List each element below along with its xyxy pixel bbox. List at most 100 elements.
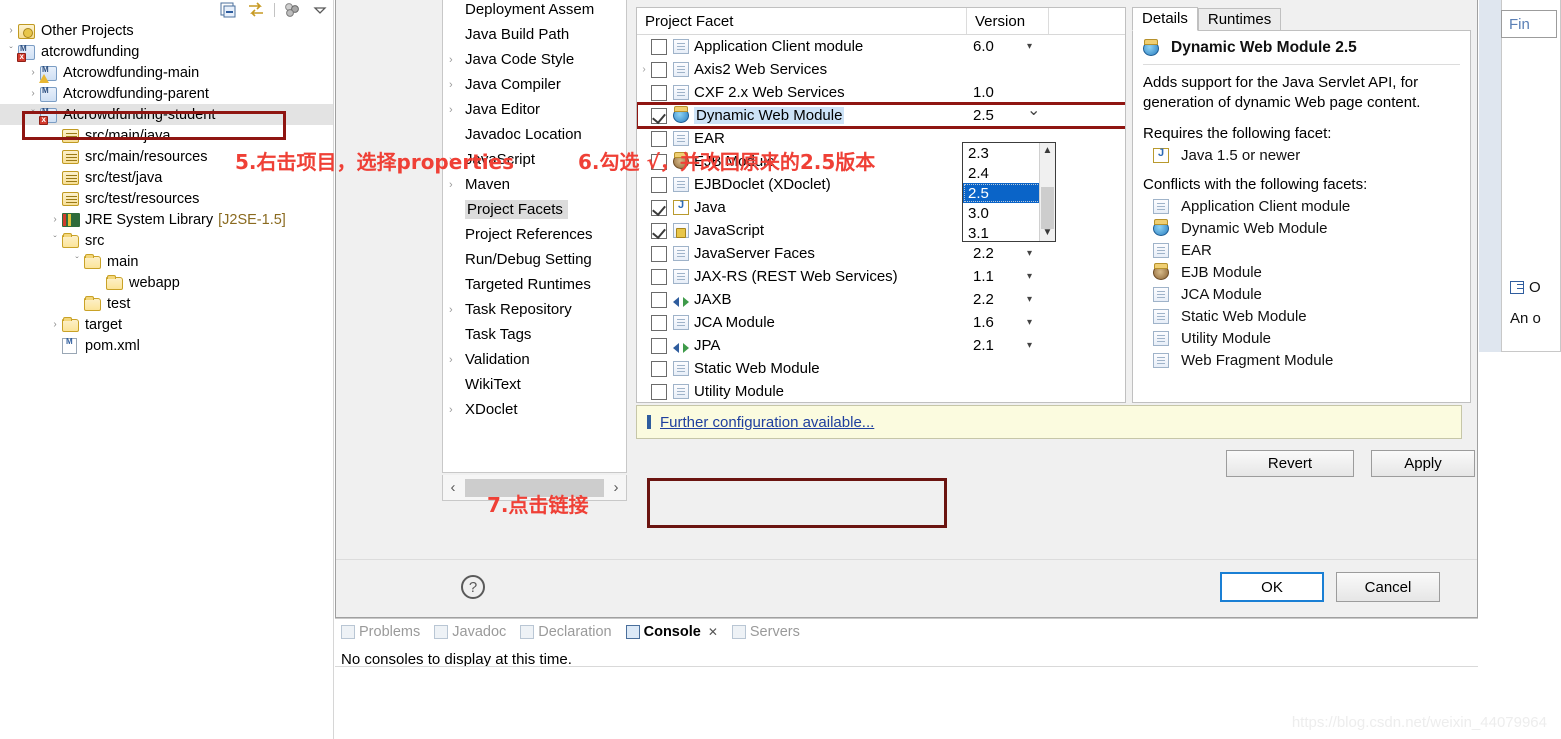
tree-item[interactable]: webapp <box>0 272 333 293</box>
facet-row[interactable]: JavaServer Faces 2.2 ▾ <box>637 242 1125 265</box>
facet-row[interactable]: Static Web Module <box>637 357 1125 380</box>
facet-checkbox[interactable] <box>651 360 667 377</box>
nav-item-javadoc-location[interactable]: Javadoc Location <box>443 122 626 147</box>
version-dropdown-arrow[interactable]: ▾ <box>1027 340 1032 351</box>
help-icon[interactable]: ? <box>461 575 485 599</box>
tree-item[interactable]: › JRE System Library [J2SE-1.5] <box>0 209 333 230</box>
expander-icon[interactable]: › <box>637 64 651 75</box>
version-dropdown-arrow[interactable]: ▾ <box>1027 248 1032 259</box>
facet-checkbox[interactable] <box>651 383 667 400</box>
find-button[interactable]: Fin <box>1501 10 1557 38</box>
nav-item-task-repository[interactable]: › Task Repository <box>443 297 626 322</box>
project-tree[interactable]: ›Other Projectsˇatcrowdfunding›Atcrowdfu… <box>0 20 333 356</box>
tree-item[interactable]: ˇ atcrowdfunding <box>0 41 333 62</box>
facet-checkbox[interactable] <box>651 84 667 101</box>
expander-icon[interactable]: › <box>48 319 62 330</box>
version-dropdown-arrow[interactable]: ▾ <box>1027 317 1032 328</box>
expander-icon[interactable]: › <box>4 25 18 36</box>
facet-row[interactable]: JCA Module 1.6 ▾ <box>637 311 1125 334</box>
version-dropdown-scrollbar[interactable]: ▲ ▼ <box>1039 143 1055 241</box>
tab-details[interactable]: Details <box>1132 7 1198 31</box>
facet-row[interactable]: Utility Module <box>637 380 1125 402</box>
console-tab-problems[interactable]: Problems <box>341 624 420 640</box>
tree-item[interactable]: › Atcrowdfunding-parent <box>0 83 333 104</box>
scroll-up-arrow[interactable]: ▲ <box>1040 143 1055 159</box>
version-dropdown-arrow[interactable]: ⌄ <box>1027 100 1040 120</box>
tree-item[interactable]: › Other Projects <box>0 20 333 41</box>
facet-checkbox[interactable] <box>651 199 667 216</box>
facet-checkbox[interactable] <box>651 107 667 124</box>
expander-icon[interactable]: › <box>26 88 40 99</box>
facet-checkbox[interactable] <box>651 130 667 147</box>
facet-checkbox[interactable] <box>651 268 667 285</box>
nav-item-project-references[interactable]: Project References <box>443 222 626 247</box>
console-tab-declaration[interactable]: Declaration <box>520 624 612 640</box>
tree-item[interactable]: ˇ src <box>0 230 333 251</box>
nav-item-deployment-assem[interactable]: Deployment Assem <box>443 0 626 22</box>
link-with-editor-icon[interactable] <box>247 2 265 18</box>
facet-checkbox[interactable] <box>651 222 667 239</box>
tree-item[interactable]: › target <box>0 314 333 335</box>
expander-icon[interactable]: › <box>449 404 465 416</box>
further-configuration-link[interactable]: Further configuration available... <box>660 414 874 431</box>
nav-item-validation[interactable]: › Validation <box>443 347 626 372</box>
nav-item-java-editor[interactable]: › Java Editor <box>443 97 626 122</box>
tree-item[interactable]: pom.xml <box>0 335 333 356</box>
view-dropdown-icon[interactable] <box>311 2 329 18</box>
outline-tab[interactable]: O <box>1510 279 1541 296</box>
apply-button[interactable]: Apply <box>1371 450 1475 477</box>
expander-icon[interactable]: › <box>449 304 465 316</box>
expander-icon[interactable]: ˇ <box>48 235 62 246</box>
nav-item-java-build-path[interactable]: Java Build Path <box>443 22 626 47</box>
scroll-left-arrow[interactable]: ‹ <box>443 479 463 496</box>
expander-icon[interactable]: › <box>449 354 465 366</box>
ok-button[interactable]: OK <box>1220 572 1324 602</box>
nav-item-project-facets[interactable]: Project Facets <box>443 197 626 222</box>
close-icon[interactable]: ✕ <box>708 625 718 639</box>
expander-icon[interactable]: › <box>449 54 465 66</box>
console-tab-servers[interactable]: Servers <box>731 624 800 640</box>
version-dropdown-popup[interactable]: 2.3 2.4 2.5 3.0 3.1 ▲ ▼ <box>962 142 1056 242</box>
view-menu-icon[interactable] <box>284 2 302 18</box>
nav-item-wikitext[interactable]: WikiText <box>443 372 626 397</box>
facet-row[interactable]: CXF 2.x Web Services 1.0 <box>637 81 1125 104</box>
expander-icon[interactable]: › <box>48 214 62 225</box>
expander-icon[interactable]: › <box>26 67 40 78</box>
dialog-nav-tree[interactable]: BuildersDeployment AssemJava Build Path›… <box>442 0 627 473</box>
facet-row[interactable]: Dynamic Web Module 2.5 ⌄ <box>637 102 1125 129</box>
version-dropdown-arrow[interactable]: ▾ <box>1027 41 1032 52</box>
console-tab-console[interactable]: Console ✕ <box>625 624 718 640</box>
expander-icon[interactable]: › <box>449 179 465 191</box>
cancel-button[interactable]: Cancel <box>1336 572 1440 602</box>
nav-item-targeted-runtimes[interactable]: Targeted Runtimes <box>443 272 626 297</box>
facet-row[interactable]: JPA 2.1 ▾ <box>637 334 1125 357</box>
nav-item-xdoclet[interactable]: › XDoclet <box>443 397 626 422</box>
facet-checkbox[interactable] <box>651 245 667 262</box>
facet-row[interactable]: Application Client module 6.0 ▾ <box>637 35 1125 58</box>
tree-item[interactable]: ˇ main <box>0 251 333 272</box>
revert-button[interactable]: Revert <box>1226 450 1354 477</box>
facet-checkbox[interactable] <box>651 314 667 331</box>
tree-item[interactable]: test <box>0 293 333 314</box>
facet-checkbox[interactable] <box>651 61 667 78</box>
version-dropdown-arrow[interactable]: ▾ <box>1027 271 1032 282</box>
expander-icon[interactable]: › <box>449 104 465 116</box>
tree-item[interactable]: src/test/resources <box>0 188 333 209</box>
details-tabs[interactable]: Details Runtimes <box>1132 7 1471 31</box>
expander-icon[interactable]: › <box>449 79 465 91</box>
collapse-all-icon[interactable] <box>220 2 238 18</box>
expander-icon[interactable]: ˇ <box>4 46 18 57</box>
expander-icon[interactable]: ˇ <box>70 256 84 267</box>
tab-runtimes[interactable]: Runtimes <box>1197 8 1282 31</box>
console-tab-javadoc[interactable]: Javadoc <box>434 624 506 640</box>
facet-checkbox[interactable] <box>651 38 667 55</box>
scroll-right-arrow[interactable]: › <box>606 479 626 496</box>
console-tab-bar[interactable]: Problems Javadoc Declaration Console ✕ Server… <box>335 619 1478 645</box>
nav-item-task-tags[interactable]: Task Tags <box>443 322 626 347</box>
facet-row[interactable]: › Axis2 Web Services <box>637 58 1125 81</box>
facet-checkbox[interactable] <box>651 291 667 308</box>
facet-checkbox[interactable] <box>651 337 667 354</box>
tree-item[interactable]: › Atcrowdfunding-main <box>0 62 333 83</box>
version-dropdown-arrow[interactable]: ▾ <box>1027 294 1032 305</box>
nav-item-java-compiler[interactable]: › Java Compiler <box>443 72 626 97</box>
